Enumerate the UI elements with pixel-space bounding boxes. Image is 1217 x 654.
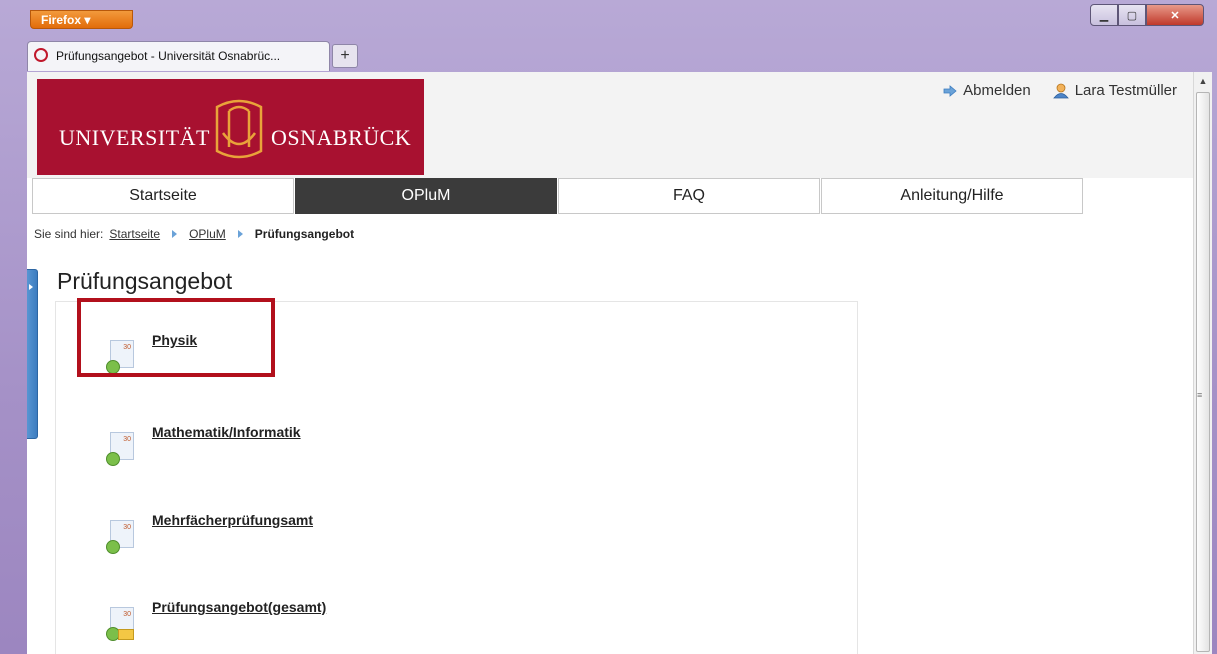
minimize-button[interactable]: ▁ (1090, 4, 1118, 26)
highlight-box (77, 298, 275, 377)
university-logo[interactable]: UNIVERSITÄT OSNABRÜCK (37, 79, 424, 175)
scrollbar-thumb[interactable] (1196, 92, 1210, 652)
nav-oplum[interactable]: OPluM (295, 178, 557, 214)
main-navigation: Startseite OPluM FAQ Anleitung/Hilfe (32, 178, 1084, 214)
tab-title: Prüfungsangebot - Universität Osnabrüc..… (56, 49, 281, 63)
entry-link-pruefungsangebot-gesamt[interactable]: Prüfungsangebot(gesamt) (152, 599, 326, 615)
entry-link-mehrfaecherpruefungsamt[interactable]: Mehrfächerprüfungsamt (152, 512, 313, 528)
logo-text-right: OSNABRÜCK (271, 125, 412, 150)
calendar-info-icon (106, 432, 136, 466)
breadcrumb-arrow-icon (172, 230, 178, 238)
vertical-scrollbar[interactable]: ▲ ≡ (1193, 72, 1212, 654)
nav-anleitung-hilfe[interactable]: Anleitung/Hilfe (821, 178, 1083, 214)
breadcrumb: Sie sind hier: Startseite OPluM Prüfungs… (34, 227, 354, 241)
browser-window: Firefox ▾ ▁ ▢ ✕ Prüfungsangebot - Univer… (0, 0, 1217, 654)
arrow-right-icon (943, 84, 957, 97)
new-tab-button[interactable]: + (332, 44, 358, 68)
breadcrumb-prefix: Sie sind hier: (34, 227, 104, 241)
nav-faq[interactable]: FAQ (558, 178, 820, 214)
logout-link[interactable]: Abmelden (943, 82, 1031, 99)
scroll-up-arrow-icon[interactable]: ▲ (1196, 74, 1210, 88)
user-profile-link[interactable]: Lara Testmüller (1052, 82, 1177, 99)
firefox-menu-button[interactable]: Firefox ▾ (30, 10, 133, 29)
university-favicon-icon (34, 48, 48, 62)
logo-text-left: UNIVERSITÄT (59, 125, 210, 150)
list-item[interactable]: Mathematik/Informatik (106, 424, 301, 466)
scrollbar-grip-icon: ≡ (1197, 390, 1203, 400)
calendar-info-icon (106, 520, 136, 554)
university-emblem-icon (215, 99, 263, 159)
breadcrumb-arrow-icon (237, 230, 243, 238)
maximize-button[interactable]: ▢ (1118, 4, 1146, 26)
browser-tab[interactable]: Prüfungsangebot - Universität Osnabrüc..… (27, 41, 330, 71)
nav-startseite[interactable]: Startseite (32, 178, 294, 214)
list-item[interactable]: Prüfungsangebot(gesamt) (106, 599, 326, 641)
breadcrumb-oplum[interactable]: OPluM (189, 227, 226, 241)
calendar-folder-icon (106, 607, 136, 641)
entry-link-mathematik-informatik[interactable]: Mathematik/Informatik (152, 424, 301, 440)
user-icon (1052, 83, 1069, 98)
user-bar: Abmelden Lara Testmüller (943, 82, 1177, 99)
page-title: Prüfungsangebot (57, 268, 233, 294)
page-viewport: UNIVERSITÄT OSNABRÜCK Abmelden Lara Test… (27, 72, 1193, 654)
breadcrumb-current: Prüfungsangebot (254, 227, 355, 241)
list-item[interactable]: Mehrfächerprüfungsamt (106, 512, 313, 554)
close-button[interactable]: ✕ (1146, 4, 1204, 26)
sidebar-toggle-handle[interactable] (27, 269, 38, 439)
breadcrumb-startseite[interactable]: Startseite (109, 227, 160, 241)
user-name: Lara Testmüller (1074, 82, 1177, 99)
logout-label: Abmelden (963, 82, 1031, 99)
